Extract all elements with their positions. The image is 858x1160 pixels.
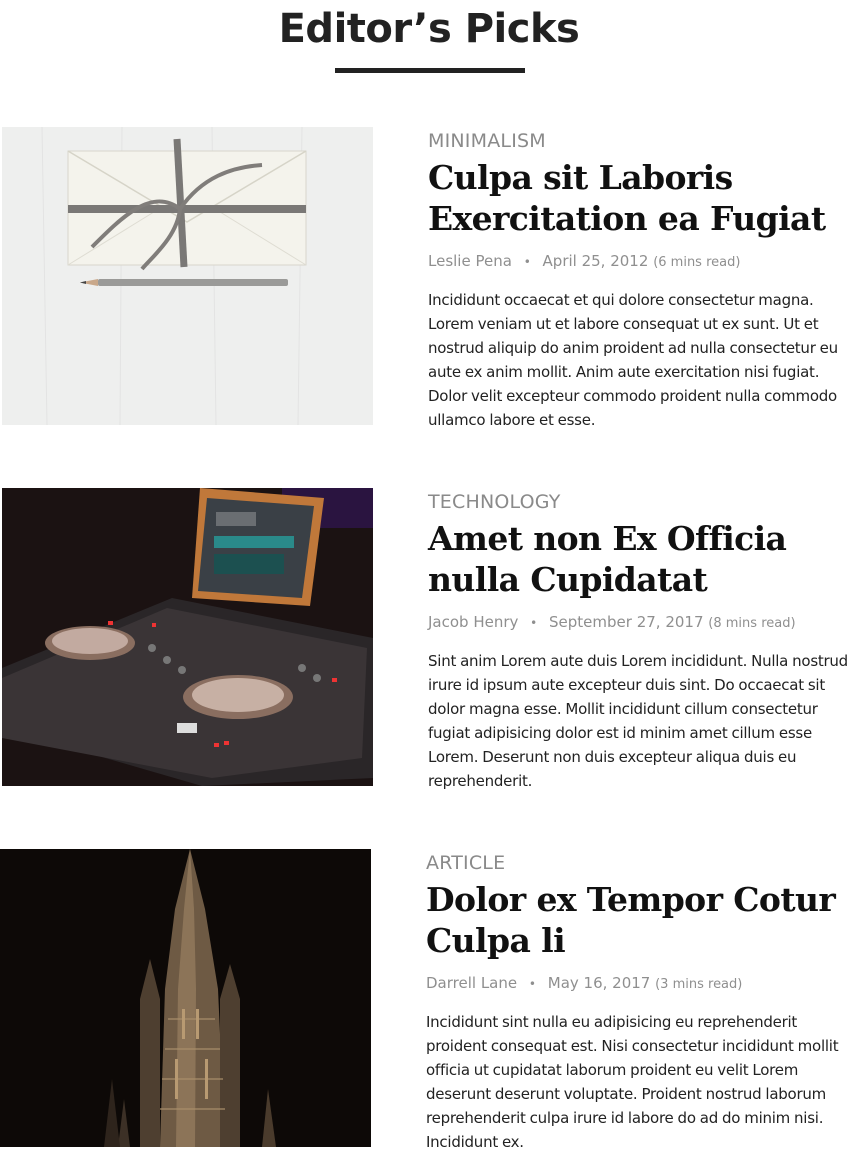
article-read-time: (6 mins read) <box>653 255 741 270</box>
article-title[interactable]: Amet non Ex Officia nulla Cupidatat <box>428 518 858 600</box>
dj-controller-image <box>2 488 373 786</box>
article-excerpt: Sint anim Lorem aute duis Lorem incididu… <box>428 652 848 790</box>
article-thumbnail-envelope[interactable] <box>2 127 373 425</box>
title-underline <box>335 68 525 73</box>
article-category[interactable]: TECHNOLOGY <box>428 489 858 515</box>
article-content: ARTICLE Dolor ex Tempor Cotur Culpa li D… <box>426 849 856 1154</box>
article-category[interactable]: MINIMALISM <box>428 128 858 154</box>
article-meta: Leslie Pena • April 25, 2012 (6 mins rea… <box>428 251 858 273</box>
article-title[interactable]: Culpa sit Laboris Exercitation ea Fugiat <box>428 157 858 239</box>
page-title: Editor’s Picks <box>278 6 580 52</box>
article-excerpt: Incididunt occaecat et qui dolore consec… <box>428 291 838 429</box>
article-title[interactable]: Dolor ex Tempor Cotur Culpa li <box>426 879 856 961</box>
article-date: May 16, 2017 <box>547 974 651 992</box>
article-read-time: (8 mins read) <box>708 616 796 631</box>
article-card[interactable]: TECHNOLOGY Amet non Ex Officia nulla Cup… <box>0 488 858 798</box>
article-category[interactable]: ARTICLE <box>426 850 856 876</box>
section-header: Editor’s Picks <box>0 0 858 80</box>
article-excerpt: Incididunt sint nulla eu adipisicing eu … <box>426 1013 839 1151</box>
article-meta: Darrell Lane • May 16, 2017 (3 mins read… <box>426 973 856 995</box>
article-author[interactable]: Darrell Lane <box>426 974 517 992</box>
article-thumbnail-dj-controller[interactable] <box>2 488 373 786</box>
article-date: April 25, 2012 <box>542 252 649 270</box>
meta-separator: • <box>528 977 536 991</box>
article-thumbnail-cathedral[interactable] <box>0 849 371 1147</box>
meta-separator: • <box>523 255 531 269</box>
article-date: September 27, 2017 <box>549 613 704 631</box>
cathedral-spire-image <box>0 849 371 1147</box>
article-content: TECHNOLOGY Amet non Ex Officia nulla Cup… <box>428 488 858 793</box>
article-author[interactable]: Jacob Henry <box>428 613 518 631</box>
article-content: MINIMALISM Culpa sit Laboris Exercitatio… <box>428 127 858 432</box>
article-card[interactable]: MINIMALISM Culpa sit Laboris Exercitatio… <box>0 127 858 437</box>
article-author[interactable]: Leslie Pena <box>428 252 512 270</box>
meta-separator: • <box>530 616 538 630</box>
article-card[interactable]: ARTICLE Dolor ex Tempor Cotur Culpa li D… <box>0 849 858 1159</box>
article-meta: Jacob Henry • September 27, 2017 (8 mins… <box>428 612 858 634</box>
envelope-pencil-image <box>2 127 373 425</box>
article-read-time: (3 mins read) <box>655 977 743 992</box>
